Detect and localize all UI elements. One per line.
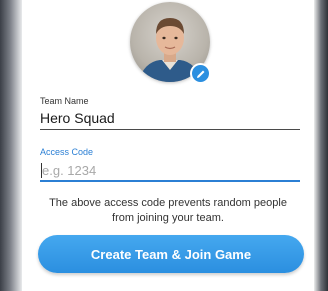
team-name-underline	[40, 129, 300, 130]
access-code-input[interactable]	[40, 160, 300, 182]
create-team-button[interactable]: Create Team & Join Game	[38, 235, 304, 273]
right-edge-shadow	[314, 0, 328, 291]
access-code-label: Access Code	[40, 147, 94, 157]
text-caret	[41, 163, 42, 178]
pencil-icon	[196, 70, 204, 78]
team-name-field[interactable]: Hero Squad	[40, 110, 115, 126]
team-name-label: Team Name	[40, 96, 89, 106]
access-code-help-text: The above access code prevents random pe…	[49, 197, 287, 224]
left-edge-shadow	[0, 0, 22, 291]
edit-photo-button[interactable]	[190, 63, 211, 84]
